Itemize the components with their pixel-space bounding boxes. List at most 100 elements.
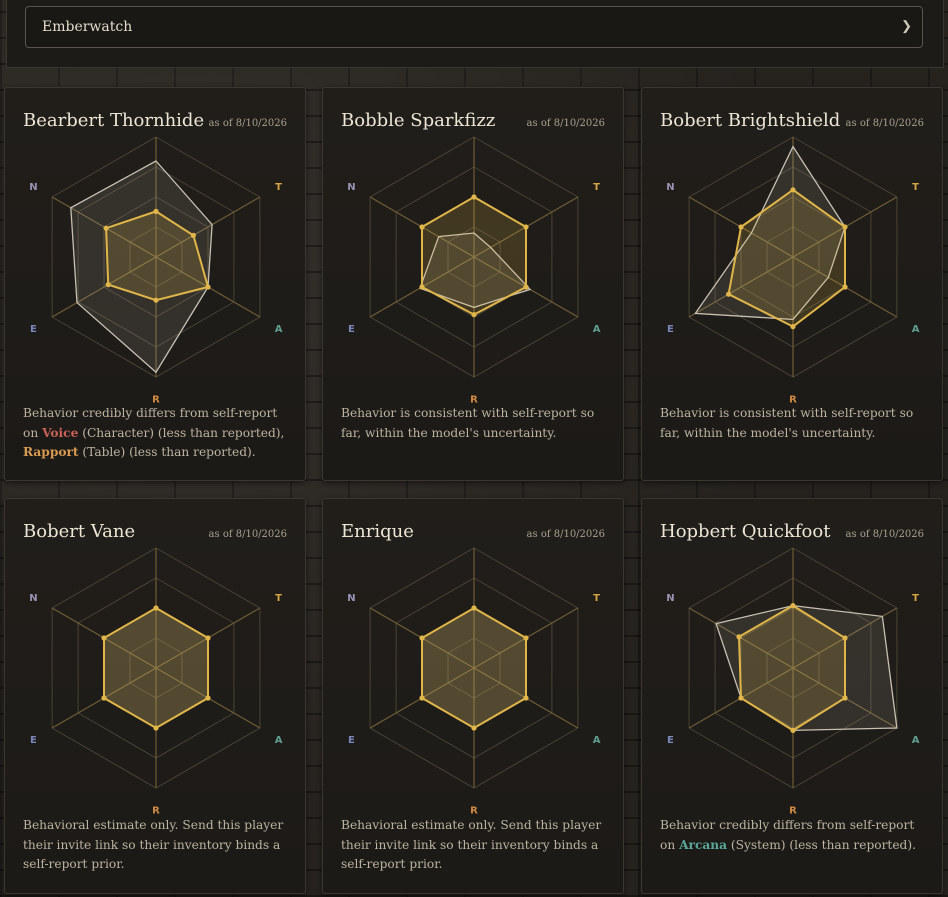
chevron-down-icon: ❯ — [901, 19, 912, 34]
self-report-point — [523, 695, 529, 701]
axis-label: A — [275, 324, 283, 335]
self-report-point — [842, 635, 848, 641]
player-card: Bobert Brightshield as of 8/10/2026 VTAR… — [641, 87, 943, 481]
axis-label: T — [593, 593, 600, 604]
campaign-select-value: Emberwatch — [42, 19, 133, 35]
desc-text: (Character) (less than reported), — [78, 425, 285, 440]
desc-text: (System) (less than reported). — [727, 837, 916, 852]
card-description: Behavior credibly differs from self-repo… — [660, 816, 928, 855]
self-report-point — [736, 634, 742, 640]
axis-label: R — [470, 806, 478, 817]
campaign-select[interactable]: Emberwatch ❯ — [25, 6, 923, 48]
self-report-point — [842, 224, 848, 230]
desc-text: Behavioral estimate only. Send this play… — [341, 818, 602, 871]
self-report-series — [421, 606, 527, 730]
axis-label: E — [667, 735, 674, 746]
self-report-point — [726, 291, 732, 297]
self-report-point — [523, 284, 529, 290]
axis-label: A — [912, 324, 920, 335]
player-card: Bobert Vane as of 8/10/2026 VTAREN Behav… — [4, 498, 306, 894]
axis-label: N — [29, 593, 37, 604]
player-card: Bobble Sparkfizz as of 8/10/2026 VTAREN … — [322, 87, 624, 481]
axis-label: T — [275, 182, 282, 193]
player-card: Hopbert Quickfoot as of 8/10/2026 VTAREN… — [641, 498, 943, 894]
self-report-point — [790, 324, 796, 330]
radar-chart: VTAREN — [347, 136, 601, 406]
axis-label: T — [912, 593, 919, 604]
self-report-point — [471, 725, 477, 731]
as-of-date: as of 8/10/2026 — [526, 529, 605, 540]
self-report-point — [105, 282, 111, 288]
self-report-point — [153, 208, 159, 214]
self-report-point — [153, 725, 159, 731]
top-bar: Emberwatch ❯ — [6, 0, 944, 68]
self-report-point — [103, 225, 109, 231]
axis-label: N — [347, 182, 355, 193]
player-name: Bobble Sparkfizz — [341, 110, 496, 131]
card-description: Behavior is consistent with self-report … — [660, 404, 928, 443]
self-report-point — [738, 224, 744, 230]
card-description: Behavioral estimate only. Send this play… — [23, 816, 291, 875]
player-name: Bearbert Thornhide — [23, 110, 205, 131]
radar-chart: VTAREN — [29, 547, 283, 817]
desc-text: Behavior is consistent with self-report … — [341, 406, 595, 440]
radar-chart: VTAREN — [666, 547, 920, 817]
axis-label: T — [593, 182, 600, 193]
desc-text: (Table) (less than reported). — [78, 445, 256, 459]
highlight-rapport: Rapport — [23, 445, 79, 459]
axis-label: E — [348, 324, 355, 335]
radar-chart: VTAREN — [29, 136, 283, 406]
radar-chart: VTAREN — [347, 547, 601, 817]
self-report-series — [421, 195, 527, 316]
self-report-point — [190, 232, 196, 238]
self-report-point — [842, 284, 848, 290]
axis-label: N — [347, 593, 355, 604]
self-report-point — [790, 187, 796, 193]
highlight-voice: Voice — [42, 425, 79, 440]
axis-label: A — [912, 735, 920, 746]
self-report-point — [419, 695, 425, 701]
as-of-date: as of 8/10/2026 — [845, 118, 924, 129]
self-report-point — [419, 284, 425, 290]
highlight-arcana: Arcana — [679, 837, 728, 852]
axis-label: E — [30, 324, 37, 335]
axis-label: R — [152, 806, 160, 817]
desc-text: Behavioral estimate only. Send this play… — [23, 818, 284, 871]
axis-label: A — [275, 735, 283, 746]
axis-label: R — [789, 806, 797, 817]
self-report-point — [842, 695, 848, 701]
desc-text: Behavior is consistent with self-report … — [660, 406, 914, 440]
self-report-point — [205, 695, 211, 701]
as-of-date: as of 8/10/2026 — [845, 529, 924, 540]
axis-label: T — [275, 593, 282, 604]
axis-label: N — [666, 182, 674, 193]
card-description: Behavior is consistent with self-report … — [341, 404, 609, 443]
axis-label: N — [29, 182, 37, 193]
self-report-point — [471, 312, 477, 318]
axis-label: E — [30, 735, 37, 746]
self-report-point — [738, 695, 744, 701]
self-report-point — [153, 297, 159, 303]
player-name: Enrique — [341, 521, 414, 542]
self-report-point — [101, 635, 107, 641]
axis-label: A — [593, 324, 601, 335]
player-card: Bearbert Thornhide as of 8/10/2026 VTARE… — [4, 87, 306, 481]
player-card: Enrique as of 8/10/2026 VTAREN Behaviora… — [322, 498, 624, 894]
as-of-date: as of 8/10/2026 — [208, 529, 287, 540]
self-report-point — [419, 635, 425, 641]
self-report-point — [523, 224, 529, 230]
self-report-point — [153, 605, 159, 611]
player-name: Hopbert Quickfoot — [660, 521, 831, 542]
player-name: Bobert Vane — [23, 521, 136, 542]
self-report-point — [471, 605, 477, 611]
self-report-point — [419, 224, 425, 230]
card-description: Behavior credibly differs from self-repo… — [23, 404, 291, 463]
radar-chart: VTAREN — [666, 136, 920, 406]
self-report-point — [471, 194, 477, 200]
axis-label: A — [593, 735, 601, 746]
self-report-point — [205, 284, 211, 290]
as-of-date: as of 8/10/2026 — [526, 118, 605, 129]
card-description: Behavioral estimate only. Send this play… — [341, 816, 609, 875]
self-report-point — [523, 635, 529, 641]
axis-label: N — [666, 593, 674, 604]
